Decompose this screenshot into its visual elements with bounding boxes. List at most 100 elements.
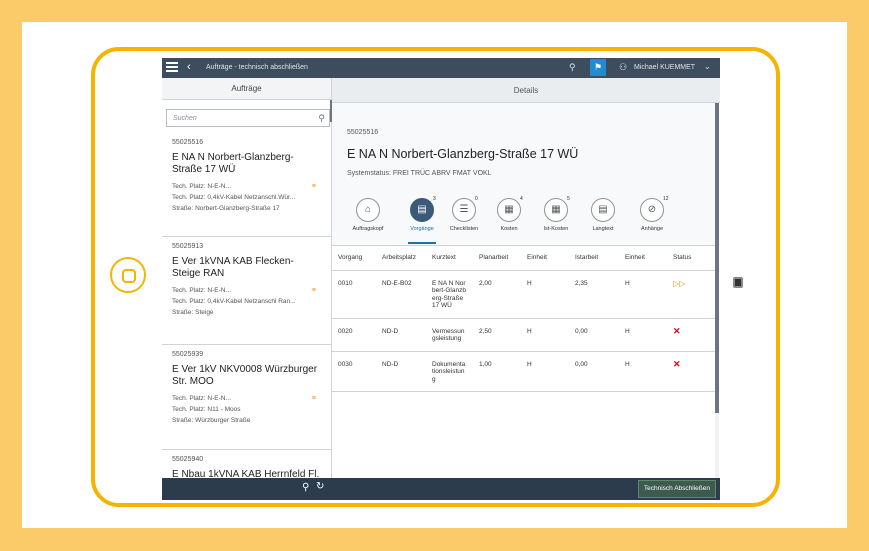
order-number: 55025940: [172, 456, 204, 463]
order-detail: Straße: Steige: [172, 309, 214, 316]
refresh-icon[interactable]: ↻: [316, 481, 324, 492]
table-row[interactable]: 0020 ND-D Vermessungsleistung 2,50 H 0,0…: [332, 318, 715, 352]
master-list: Aufträge Suchen ⚲ 55025516 E NA N Norber…: [162, 78, 333, 480]
list-item[interactable]: 55025516 E NA N Norbert-Glanzberg-Straße…: [162, 133, 332, 237]
order-detail: Tech. Platz: 0,4kV-Kabel Netzanschl Ran.…: [172, 298, 296, 305]
scrollbar[interactable]: [715, 103, 719, 478]
column-header[interactable]: Planarbeit: [473, 246, 521, 271]
cell-kurztext: Dokumentationsleistung: [426, 351, 473, 392]
app-screen: ‹ Aufträge - technisch abschließen ⚲ ⚑ ⚇…: [162, 58, 720, 500]
tab-checklisten[interactable]: ☰ 0 Checklisten: [444, 196, 484, 232]
priority-icon: ≡: [311, 287, 316, 294]
costs-icon: ▦: [497, 198, 521, 222]
column-header[interactable]: Vorgang: [332, 246, 376, 271]
tab-label: Langtext: [592, 226, 614, 232]
tab-anhaenge[interactable]: ⊘ 12 Anhänge: [632, 196, 672, 232]
chevron-left-icon[interactable]: ‹: [187, 61, 191, 73]
column-header[interactable]: Istarbeit: [569, 246, 619, 271]
order-detail: Tech. Platz: N11 - Moos: [172, 406, 241, 413]
order-number: 55025516: [172, 139, 204, 146]
tab-count: 5: [567, 196, 570, 202]
cell-planarbeit: 2,50: [473, 318, 521, 352]
user-name[interactable]: Michael KUEMMET: [634, 64, 695, 71]
list-item[interactable]: 55025939 E Ver 1kV NKV0008 Würzburger St…: [162, 345, 332, 450]
cell-istarbeit: 0,00: [569, 351, 619, 392]
order-detail: Tech. Platz: 0,4kV-Kabel Netzanschl.Wür.…: [172, 194, 296, 201]
column-header[interactable]: Einheit: [619, 246, 667, 271]
cancel-icon: ✕: [667, 351, 715, 392]
order-number: 55025939: [172, 351, 204, 358]
icon-tab-bar: ⌂ Auftragskopf ▤ 3 Vorgänge ☰ 0 Checklis…: [332, 196, 715, 246]
menu-icon[interactable]: [166, 62, 178, 74]
cell-istarbeit: 2,35: [569, 270, 619, 319]
order-title: E Ver 1kVNA KAB Flecken-Steige RAN: [172, 256, 294, 279]
tab-count: 4: [520, 196, 523, 202]
cell-kurztext: Vermessungsleistung: [426, 318, 473, 352]
operations-table: Vorgang Arbeitsplatz Kurztext Planarbeit…: [332, 246, 715, 392]
selected-tab-indicator: [408, 242, 436, 244]
actual-costs-icon: ▦: [544, 198, 568, 222]
detail-footer: Technisch Abschließen: [332, 478, 720, 500]
cell-planarbeit: 1,00: [473, 351, 521, 392]
search-placeholder: Suchen: [173, 115, 197, 122]
operations-icon: ▤: [410, 198, 434, 222]
list-item[interactable]: 55025913 E Ver 1kVNA KAB Flecken-Steige …: [162, 237, 332, 345]
shell-bar: ‹ Aufträge - technisch abschließen ⚲ ⚑ ⚇…: [162, 58, 720, 78]
in-progress-icon: ▷▷: [667, 270, 715, 319]
tab-kosten[interactable]: ▦ 4 Kosten: [489, 196, 529, 232]
column-header[interactable]: Arbeitsplatz: [376, 246, 426, 271]
filter-icon[interactable]: ⚲: [302, 482, 309, 493]
tab-label: Kosten: [500, 226, 518, 232]
header-icon: ⌂: [356, 198, 380, 222]
detail-pane: Details 55025516 E NA N Norbert-Glanzber…: [332, 78, 720, 478]
cell-einheit: H: [619, 270, 667, 319]
cell-einheit: H: [521, 270, 569, 319]
column-header[interactable]: Einheit: [521, 246, 569, 271]
order-detail: Straße: Würzburger Straße: [172, 417, 251, 424]
cell-vorgang: 0020: [332, 318, 376, 352]
order-detail: Tech. Platz: N-E-N... ≡: [172, 395, 316, 402]
chevron-down-icon[interactable]: ⌄: [704, 62, 711, 71]
cancel-icon: ✕: [667, 318, 715, 352]
tab-auftragskopf[interactable]: ⌂ Auftragskopf: [348, 198, 388, 232]
search-icon[interactable]: ⚲: [318, 113, 325, 124]
search-icon[interactable]: ⚲: [569, 62, 581, 74]
order-title: E NA N Norbert-Glanzberg-Straße 17 WÜ: [172, 152, 294, 175]
cell-einheit: H: [619, 351, 667, 392]
cell-einheit: H: [619, 318, 667, 352]
table-row[interactable]: 0030 ND-D Dokumentationsleistung 1,00 H …: [332, 351, 715, 392]
tab-count: 0: [475, 196, 478, 202]
tab-label: Ist-Kosten: [543, 226, 569, 232]
master-title: Aufträge: [162, 78, 331, 100]
order-number: 55025913: [172, 243, 204, 250]
table-header: Vorgang Arbeitsplatz Kurztext Planarbeit…: [332, 246, 715, 271]
search-input[interactable]: Suchen ⚲: [166, 109, 330, 127]
tab-label: Vorgänge: [410, 226, 434, 232]
technisch-abschliessen-button[interactable]: Technisch Abschließen: [637, 480, 716, 498]
cell-arbeitsplatz: ND-D: [376, 318, 426, 352]
column-header[interactable]: Status: [667, 246, 715, 271]
long-text-icon: ▤: [591, 198, 615, 222]
checklist-icon: ☰: [452, 198, 476, 222]
user-icon[interactable]: ⚇: [619, 62, 627, 73]
tab-label: Anhänge: [640, 226, 664, 232]
flag-icon[interactable]: ⚑: [590, 59, 606, 76]
tab-label: Auftragskopf: [352, 226, 384, 232]
cell-arbeitsplatz: ND-D: [376, 351, 426, 392]
tab-count: 12: [663, 196, 669, 202]
tab-langtext[interactable]: ▤ Langtext: [583, 198, 623, 232]
detail-title: Details: [332, 78, 720, 103]
column-header[interactable]: Kurztext: [426, 246, 473, 271]
object-number: 55025516: [347, 129, 379, 136]
tab-ist-kosten[interactable]: ▦ 5 Ist-Kosten: [536, 196, 576, 232]
tab-vorgaenge[interactable]: ▤ 3 Vorgänge: [402, 196, 442, 232]
scrollbar-thumb[interactable]: [715, 103, 719, 413]
tab-count: 3: [433, 196, 436, 202]
priority-icon: ≡: [311, 395, 316, 402]
home-button[interactable]: [110, 257, 146, 293]
cell-einheit: H: [521, 351, 569, 392]
table-row[interactable]: 0010 ND-E-B02 E NA N Norbert-Glanzberg-S…: [332, 270, 715, 319]
home-icon: [122, 269, 136, 283]
camera-icon: [733, 277, 743, 288]
order-title: E Ver 1kV NKV0008 Würzburger Str. MOO: [172, 364, 318, 387]
